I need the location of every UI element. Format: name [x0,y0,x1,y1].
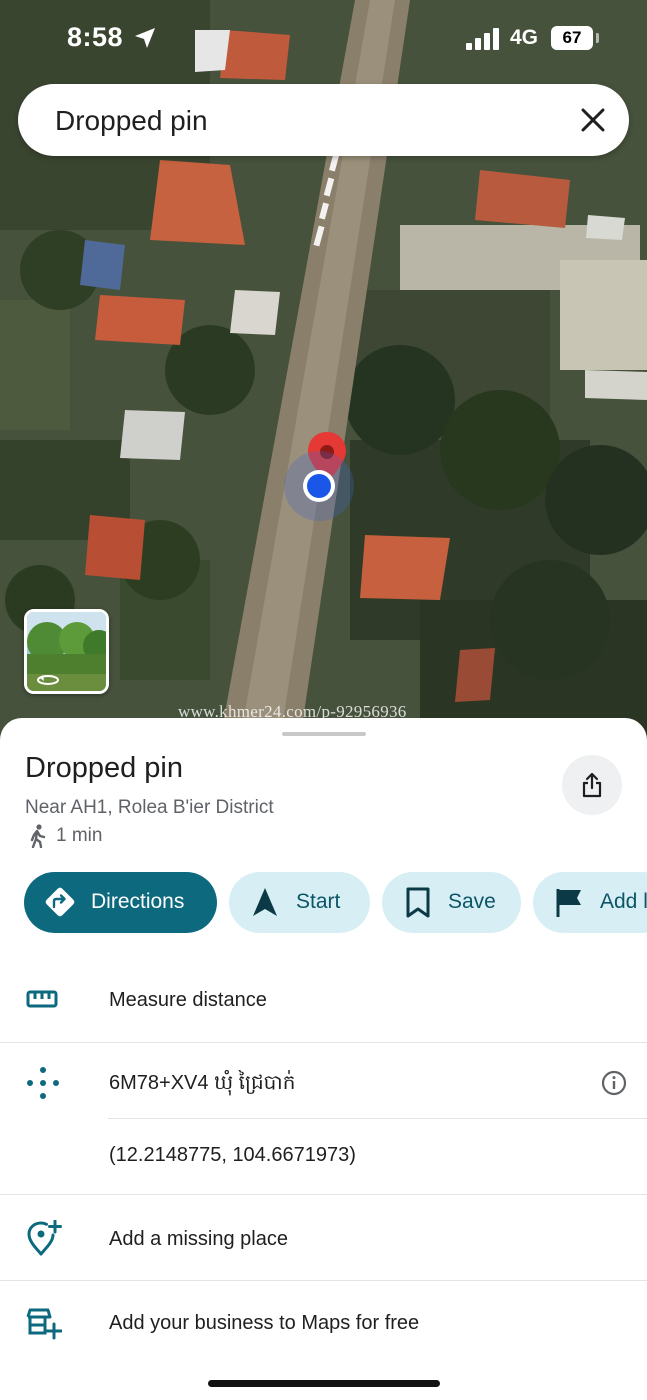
coordinates-row[interactable]: (12.2148775, 104.6671973) [0,1124,647,1194]
status-bar: 8:58 4G 67 [0,0,647,78]
measure-distance-row[interactable]: Measure distance [0,968,647,1040]
divider [0,1280,647,1281]
search-bar[interactable]: Dropped pin [18,84,629,156]
blue-location-dot-icon [284,451,354,521]
info-icon[interactable] [601,1070,627,1096]
add-business-icon [26,1308,62,1340]
add-missing-place-row[interactable]: Add a missing place [0,1202,647,1280]
map-view[interactable]: 8:58 4G 67 Dropped pin www.khmer24.com/p… [0,0,647,740]
battery-cap [596,33,599,43]
add-business-row[interactable]: Add your business to Maps for free [0,1288,647,1360]
directions-button[interactable]: Directions [24,872,217,933]
add-missing-place-label: Add a missing place [109,1228,288,1250]
start-label: Start [296,890,341,913]
directions-label: Directions [91,890,185,913]
status-time: 8:58 [67,22,124,52]
share-button[interactable] [562,755,622,815]
directions-icon [45,887,75,917]
plus-code-icon [27,1067,59,1099]
drag-handle[interactable] [282,732,366,736]
divider [0,1042,647,1043]
home-indicator[interactable] [208,1380,440,1387]
plus-code-label[interactable]: 6M78+XV4 ឃុំ ជ្រៃបាក់ [109,1069,295,1099]
add-location-icon [27,1220,62,1256]
add-label-text: Add l [600,890,647,913]
walking-person-icon [30,824,46,848]
battery-indicator: 67 [551,26,593,50]
network-type: 4G [510,26,539,49]
flag-icon [556,889,581,917]
share-icon [582,772,602,798]
close-icon[interactable] [579,106,607,134]
save-button[interactable]: Save [382,872,521,933]
search-query[interactable]: Dropped pin [55,105,208,137]
add-label-button[interactable]: Add l [533,872,647,933]
start-button[interactable]: Start [229,872,370,933]
walk-time: 1 min [56,825,103,846]
coordinates-label[interactable]: (12.2148775, 104.6671973) [109,1144,356,1167]
navigation-arrow-icon [253,888,277,916]
street-view-thumbnail[interactable] [24,609,109,694]
plus-code-row[interactable]: 6M78+XV4 ឃុំ ជ្រៃបាក់ [0,1048,647,1118]
place-title: Dropped pin [25,752,183,784]
add-business-label: Add your business to Maps for free [109,1312,420,1334]
measure-distance-label: Measure distance [109,989,267,1011]
place-subtitle: Near AH1, Rolea B'ier District [25,797,274,818]
location-arrow-icon [135,28,155,48]
ruler-icon [26,990,58,1008]
divider [0,1194,647,1195]
bookmark-icon [406,887,430,918]
place-sheet[interactable]: Dropped pin Near AH1, Rolea B'ier Distri… [0,718,647,1400]
signal-bars-icon [466,28,499,50]
save-label: Save [448,890,496,913]
divider [108,1118,647,1119]
